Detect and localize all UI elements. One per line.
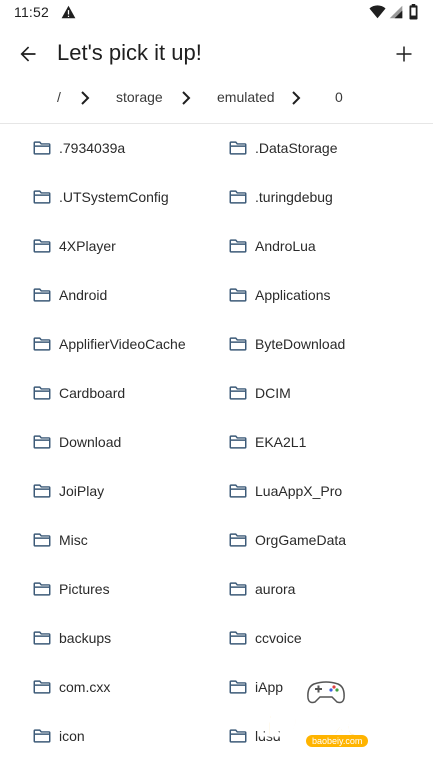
folder-item[interactable]: .DataStorage (229, 128, 419, 168)
add-folder-button[interactable] (388, 38, 420, 70)
folder-icon (33, 484, 51, 498)
breadcrumb-storage[interactable]: storage (116, 89, 163, 105)
folder-item[interactable]: EKA2L1 (229, 422, 419, 462)
folder-label: ByteDownload (255, 336, 346, 352)
folder-icon (33, 386, 51, 400)
folder-icon (229, 239, 247, 253)
breadcrumb-emulated[interactable]: emulated (217, 89, 275, 105)
folder-label: JoiPlay (59, 483, 105, 499)
folder-icon (33, 631, 51, 645)
folder-item[interactable]: AndroLua (229, 226, 419, 266)
status-bar: 11:52 (0, 0, 433, 26)
folder-label: AndroLua (255, 238, 316, 254)
folder-grid: .7934039a .DataStorage .UTSystemConfig .tur… (0, 124, 433, 771)
folder-item[interactable]: icon (33, 716, 223, 756)
folder-label: ldsd (255, 728, 281, 744)
folder-icon (33, 533, 51, 547)
folder-item[interactable]: aurora (229, 569, 419, 609)
folder-label: 4XPlayer (59, 238, 116, 254)
breadcrumb-current[interactable]: 0 (335, 89, 343, 105)
folder-icon (229, 631, 247, 645)
folder-icon (33, 582, 51, 596)
folder-item[interactable]: Misc (33, 520, 223, 560)
battery-icon (409, 4, 418, 20)
page-title: Let's pick it up! (57, 40, 202, 65)
folder-label: .turingdebug (255, 189, 333, 205)
folder-label: EKA2L1 (255, 434, 307, 450)
breadcrumb: / storage emulated 0 (0, 84, 433, 112)
folder-icon (229, 435, 247, 449)
folder-item[interactable]: ApplifierVideoCache (33, 324, 223, 364)
folder-item[interactable]: JoiPlay (33, 471, 223, 511)
folder-icon (229, 484, 247, 498)
folder-item[interactable]: .7934039a (33, 128, 223, 168)
folder-icon (33, 190, 51, 204)
folder-label: ApplifierVideoCache (59, 336, 186, 352)
folder-item[interactable]: com.cxx (33, 667, 223, 707)
folder-label: .UTSystemConfig (59, 189, 169, 205)
folder-label: icon (59, 728, 85, 744)
folder-item[interactable]: Download (33, 422, 223, 462)
folder-label: OrgGameData (255, 532, 347, 548)
folder-label: LuaAppX_Pro (255, 483, 343, 499)
chevron-right-icon (292, 91, 301, 105)
folder-icon (229, 141, 247, 155)
folder-item[interactable]: LuaAppX_Pro (229, 471, 419, 511)
folder-label: Applications (255, 287, 331, 303)
folder-icon (229, 729, 247, 743)
folder-icon (229, 582, 247, 596)
folder-item[interactable]: Pictures (33, 569, 223, 609)
folder-item[interactable]: Cardboard (33, 373, 223, 413)
folder-label: backups (59, 630, 112, 646)
wifi-icon (369, 5, 386, 19)
folder-label: DCIM (255, 385, 291, 401)
chevron-right-icon (182, 91, 191, 105)
folder-icon (33, 141, 51, 155)
folder-icon (229, 533, 247, 547)
folder-icon (229, 386, 247, 400)
plus-icon (396, 46, 412, 62)
folder-label: iApp (255, 679, 284, 695)
folder-item[interactable]: ByteDownload (229, 324, 419, 364)
folder-label: .DataStorage (255, 140, 338, 156)
folder-item[interactable]: Android (33, 275, 223, 315)
folder-icon (229, 337, 247, 351)
folder-item[interactable]: iApp (229, 667, 419, 707)
folder-label: aurora (255, 581, 296, 597)
folder-item[interactable]: 4XPlayer (33, 226, 223, 266)
folder-item[interactable]: .UTSystemConfig (33, 177, 223, 217)
folder-item[interactable]: ccvoice (229, 618, 419, 658)
folder-label: Download (59, 434, 122, 450)
folder-icon (33, 680, 51, 694)
folder-label: Pictures (59, 581, 110, 597)
folder-label: Misc (59, 532, 88, 548)
folder-icon (229, 680, 247, 694)
folder-item[interactable]: backups (33, 618, 223, 658)
folder-item[interactable]: ldsd (229, 716, 419, 756)
breadcrumb-root[interactable]: / (57, 89, 61, 105)
warning-icon (61, 5, 76, 19)
folder-icon (33, 435, 51, 449)
status-time: 11:52 (14, 4, 49, 20)
folder-item[interactable]: .turingdebug (229, 177, 419, 217)
folder-icon (33, 729, 51, 743)
folder-item[interactable]: OrgGameData (229, 520, 419, 560)
folder-label: .7934039a (59, 140, 126, 156)
signal-icon (389, 5, 403, 19)
app-bar: Let's pick it up! (0, 28, 433, 80)
folder-icon (229, 190, 247, 204)
folder-icon (33, 239, 51, 253)
folder-label: com.cxx (59, 679, 111, 695)
folder-icon (229, 288, 247, 302)
back-button[interactable] (12, 38, 44, 70)
folder-icon (33, 337, 51, 351)
folder-label: Cardboard (59, 385, 126, 401)
folder-item[interactable]: Applications (229, 275, 419, 315)
folder-label: Android (59, 287, 108, 303)
chevron-right-icon (81, 91, 90, 105)
arrow-back-icon (20, 46, 36, 62)
folder-label: ccvoice (255, 630, 302, 646)
folder-item[interactable]: DCIM (229, 373, 419, 413)
folder-icon (33, 288, 51, 302)
